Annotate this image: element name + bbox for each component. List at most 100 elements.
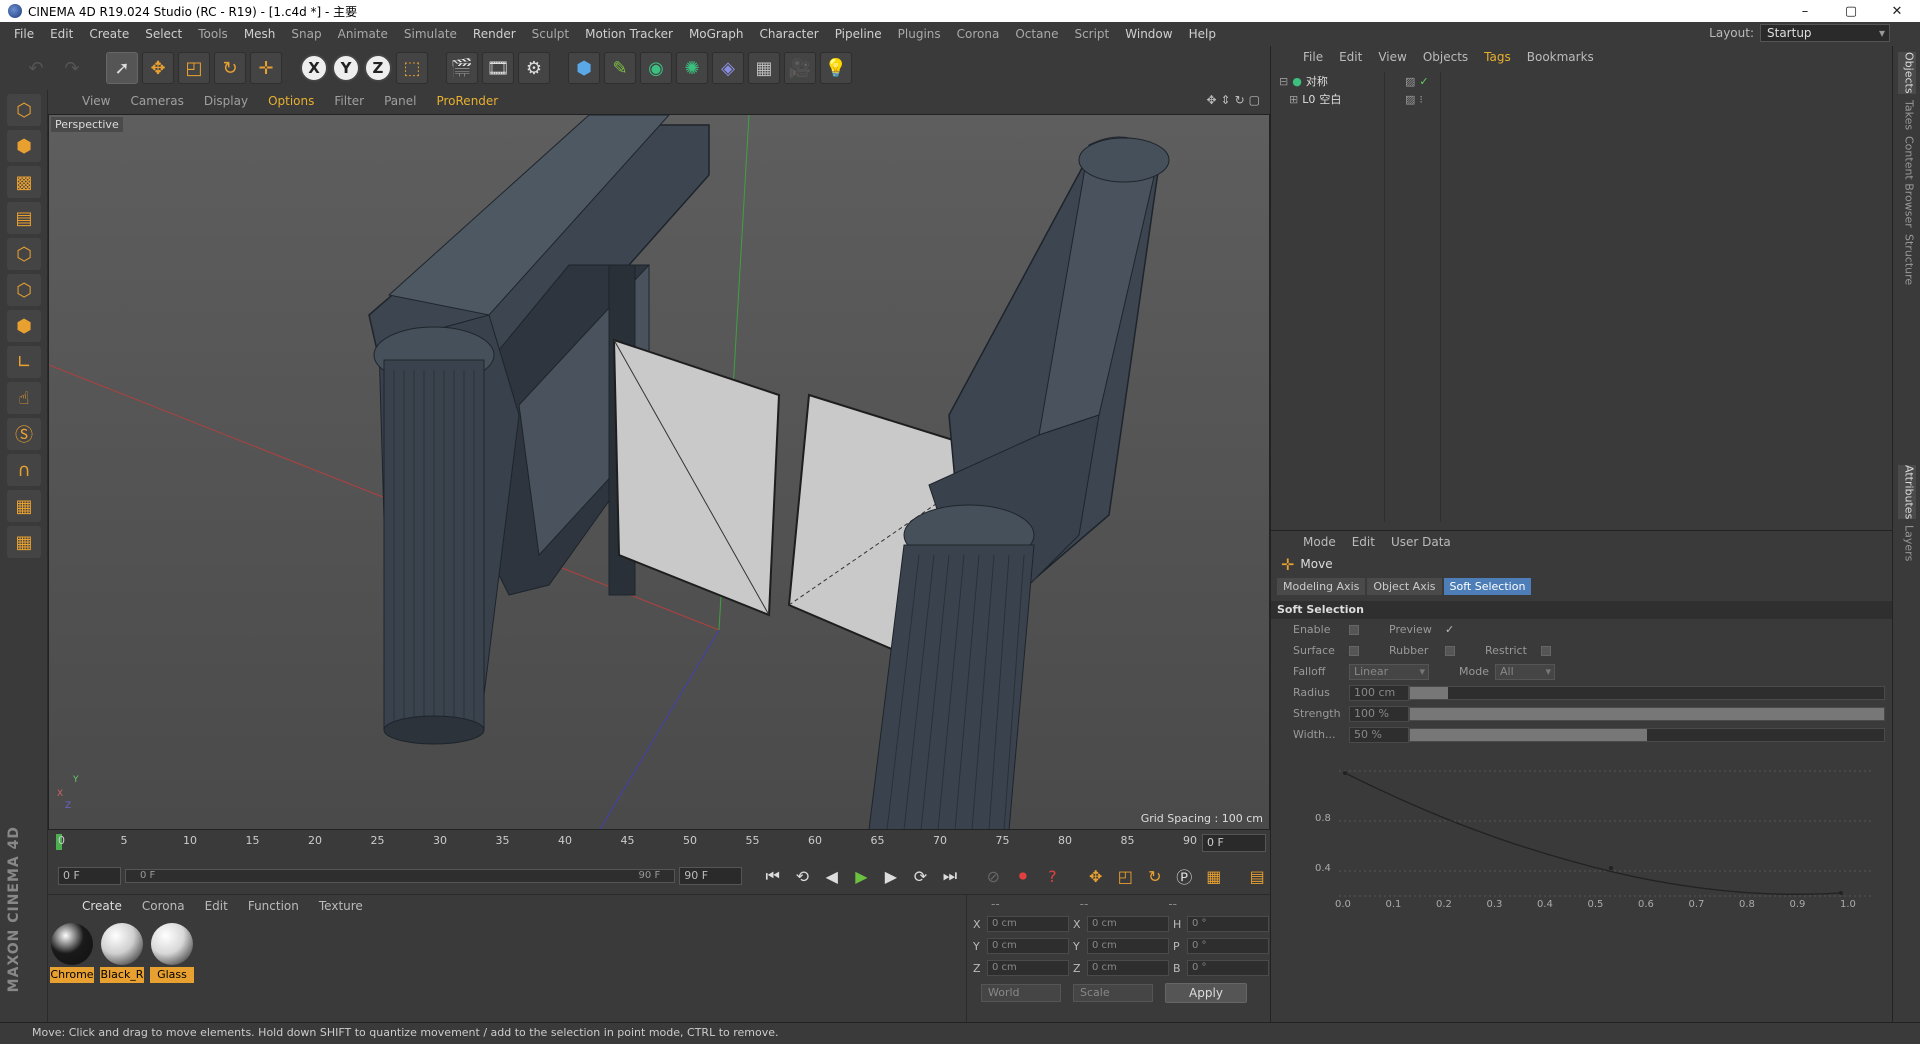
tab-content-browser[interactable]: Content Browser — [1898, 136, 1916, 228]
render-settings-icon[interactable]: ⚙ — [518, 52, 550, 84]
coord-rotation-field[interactable]: 0 ° — [1187, 960, 1269, 976]
polygons-mode-icon[interactable]: ⬢ — [7, 310, 41, 342]
key-pla-icon[interactable]: ▦ — [1201, 863, 1227, 889]
tab-modeling-axis[interactable]: Modeling Axis — [1277, 577, 1366, 595]
move-tool-icon[interactable]: ✥ — [142, 52, 174, 84]
next-key-icon[interactable]: ⟳ — [908, 863, 934, 889]
radius-slider[interactable] — [1409, 685, 1885, 700]
points-mode-icon[interactable]: ⬡ — [7, 238, 41, 270]
menu-character[interactable]: Character — [751, 27, 826, 41]
tab-takes[interactable]: Takes — [1898, 100, 1916, 130]
maximize-button[interactable]: ▢ — [1828, 0, 1874, 22]
x-axis-lock-icon[interactable]: X — [300, 54, 328, 82]
surface-checkbox[interactable] — [1349, 645, 1359, 656]
object-menu-file[interactable]: File — [1295, 50, 1331, 64]
previous-frame-icon[interactable]: ◀ — [819, 863, 845, 889]
last-tool-icon[interactable]: ✛ — [250, 52, 282, 84]
menu-simulate[interactable]: Simulate — [396, 27, 465, 41]
texture-mode-icon[interactable]: ▩ — [7, 166, 41, 198]
material-swatch[interactable]: Glass — [150, 923, 194, 983]
tab-layers[interactable]: Layers — [1898, 525, 1916, 561]
coord-size-field[interactable]: 0 cm — [1087, 960, 1169, 976]
attribute-menu-user-data[interactable]: User Data — [1383, 535, 1459, 549]
menu-edit[interactable]: Edit — [42, 27, 81, 41]
object-name[interactable]: 空白 — [1319, 91, 1341, 107]
minimize-button[interactable]: – — [1782, 0, 1828, 22]
spline-pen-icon[interactable]: ✎ — [604, 52, 636, 84]
menu-plugins[interactable]: Plugins — [890, 27, 949, 41]
timeline-window-icon[interactable]: ▤ — [1244, 863, 1270, 889]
coord-size-field[interactable]: 0 cm — [1087, 938, 1169, 954]
coord-rotation-field[interactable]: 0 ° — [1187, 938, 1269, 954]
zoom-icon[interactable]: ⇕ — [1221, 93, 1231, 107]
viewport-menu-cameras[interactable]: Cameras — [120, 94, 193, 108]
material-menu-edit[interactable]: Edit — [195, 899, 238, 913]
material-name[interactable]: Black_R — [100, 967, 144, 983]
strength-slider[interactable] — [1409, 706, 1885, 721]
edges-mode-icon[interactable]: ⬡ — [7, 274, 41, 306]
material-menu-corona[interactable]: Corona — [132, 899, 195, 913]
object-row-null[interactable]: ⊞ L0 空白 — [1275, 90, 1384, 108]
coord-position-field[interactable]: 0 cm — [987, 960, 1069, 976]
light-icon[interactable]: 💡 — [820, 52, 852, 84]
width-slider[interactable] — [1409, 727, 1885, 742]
menu-snap[interactable]: Snap — [283, 27, 329, 41]
tab-objects[interactable]: Objects — [1897, 52, 1916, 94]
strength-field[interactable]: 100 % — [1349, 705, 1409, 722]
menu-octane[interactable]: Octane — [1007, 27, 1066, 41]
coord-space-dropdown[interactable]: World — [981, 984, 1061, 1002]
mode-dropdown[interactable]: All — [1495, 663, 1555, 680]
render-view-icon[interactable]: 🎬 — [446, 52, 478, 84]
falloff-dropdown[interactable]: Linear — [1349, 663, 1429, 680]
object-row-symmetry[interactable]: ⊟ ● 对称 — [1275, 72, 1384, 90]
material-name[interactable]: Chrome — [50, 967, 94, 983]
material-menu-create[interactable]: Create — [72, 899, 132, 913]
menu-help[interactable]: Help — [1181, 27, 1224, 41]
key-param-icon[interactable]: Ⓟ — [1172, 863, 1198, 889]
menu-animate[interactable]: Animate — [330, 27, 396, 41]
viewport-menu-options[interactable]: Options — [258, 94, 324, 108]
coord-rotation-field[interactable]: 0 ° — [1187, 916, 1269, 932]
enable-checkbox[interactable] — [1349, 624, 1359, 635]
array-generator-icon[interactable]: ✺ — [676, 52, 708, 84]
coord-position-field[interactable]: 0 cm — [987, 938, 1069, 954]
menu-mesh[interactable]: Mesh — [236, 27, 284, 41]
deformer-icon[interactable]: ◈ — [712, 52, 744, 84]
viewport-menu-filter[interactable]: Filter — [324, 94, 374, 108]
key-position-icon[interactable]: ✥ — [1083, 863, 1109, 889]
enable-axis-icon[interactable]: ∟ — [7, 346, 41, 378]
coord-size-field[interactable]: 0 cm — [1087, 916, 1169, 932]
expand-toggle-icon[interactable]: ⊟ — [1279, 75, 1288, 88]
viewport-camera-label[interactable]: Perspective — [51, 117, 123, 132]
start-frame-field[interactable]: 0 F — [58, 867, 121, 885]
material-menu-function[interactable]: Function — [238, 899, 309, 913]
viewport-menu-view[interactable]: View — [72, 94, 120, 108]
camera-icon[interactable]: 🎥 — [784, 52, 816, 84]
tab-attributes[interactable]: Attributes — [1897, 464, 1916, 519]
snap-icon[interactable]: Ⓢ — [7, 418, 41, 450]
menu-window[interactable]: Window — [1117, 27, 1180, 41]
record-keys-icon[interactable]: ⏺ — [1010, 863, 1036, 889]
material-preview-ball[interactable] — [51, 923, 93, 965]
menu-select[interactable]: Select — [137, 27, 190, 41]
object-menu-edit[interactable]: Edit — [1331, 50, 1370, 64]
material-preview-ball[interactable] — [151, 923, 193, 965]
menu-mograph[interactable]: MoGraph — [681, 27, 752, 41]
undo-icon[interactable]: ↶ — [20, 52, 52, 84]
menu-pipeline[interactable]: Pipeline — [827, 27, 890, 41]
scale-tool-icon[interactable]: ◰ — [178, 52, 210, 84]
coordinate-system-icon[interactable]: ⬚ — [396, 52, 428, 84]
redo-icon[interactable]: ↷ — [56, 52, 88, 84]
object-menu-bookmarks[interactable]: Bookmarks — [1519, 50, 1602, 64]
make-editable-icon[interactable]: ⬡ — [7, 94, 41, 126]
go-to-start-icon[interactable]: ⏮ — [760, 863, 786, 889]
layout-dropdown[interactable]: Startup — [1760, 24, 1890, 42]
key-scale-icon[interactable]: ◰ — [1112, 863, 1138, 889]
attribute-menu-edit[interactable]: Edit — [1344, 535, 1383, 549]
render-picture-viewer-icon[interactable]: 🎞 — [482, 52, 514, 84]
subdivision-generator-icon[interactable]: ◉ — [640, 52, 672, 84]
menu-motion-tracker[interactable]: Motion Tracker — [577, 27, 681, 41]
tweak-mode-icon[interactable]: ☝ — [7, 382, 41, 414]
material-preview-ball[interactable] — [101, 923, 143, 965]
z-axis-lock-icon[interactable]: Z — [364, 54, 392, 82]
